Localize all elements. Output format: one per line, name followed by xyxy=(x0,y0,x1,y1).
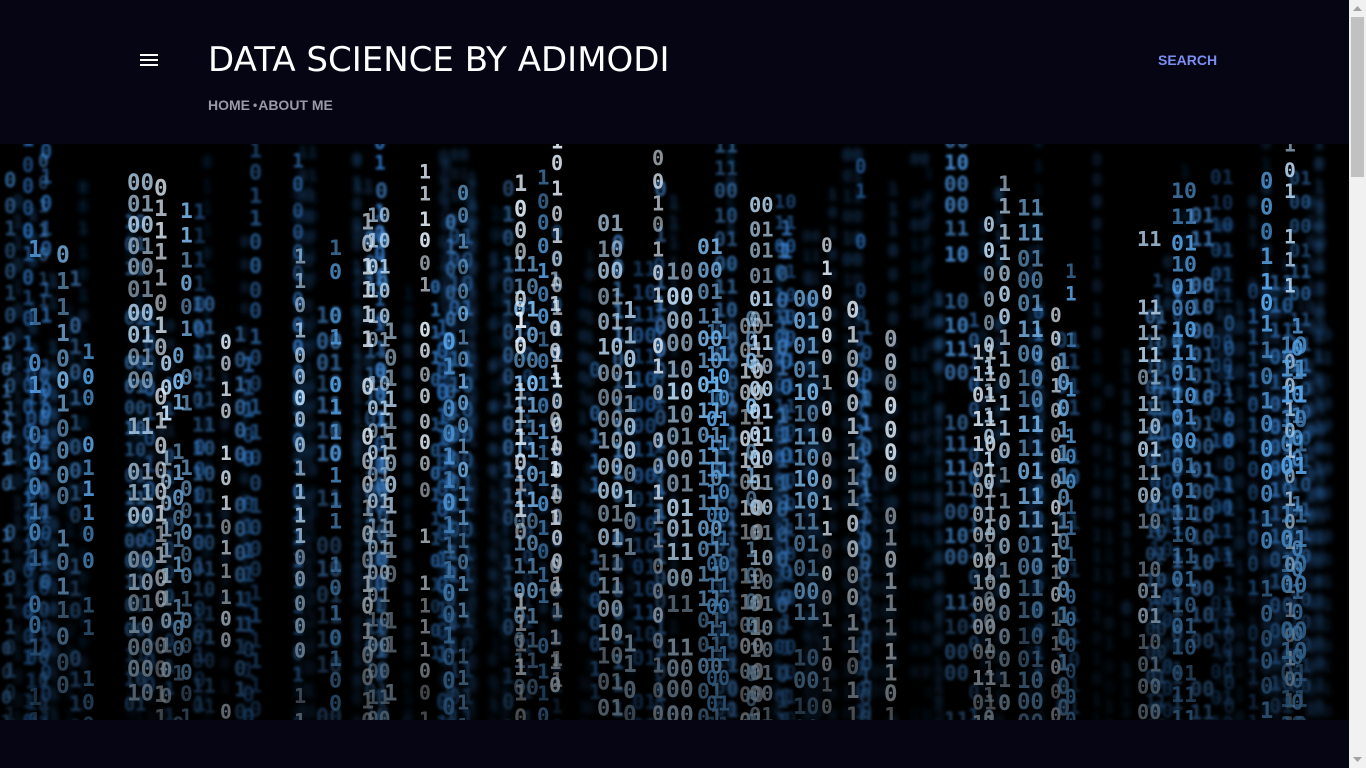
vertical-scrollbar[interactable] xyxy=(1349,0,1366,768)
menu-button[interactable] xyxy=(136,48,162,72)
nav-link-home[interactable]: HOME xyxy=(208,97,250,113)
blog-title[interactable]: DATA SCIENCE BY ADIMODI xyxy=(208,38,670,82)
blog-header: DATA SCIENCE BY ADIMODI SEARCH HOME • AB… xyxy=(0,0,1349,144)
binary-code-rain-image: 0000101001100010110110100101111011001011… xyxy=(0,144,1349,720)
search-button[interactable]: SEARCH xyxy=(1150,50,1225,70)
scroll-down-arrow-icon[interactable] xyxy=(1349,751,1366,768)
nav-separator: • xyxy=(253,98,258,112)
nav-link-about-me[interactable]: ABOUT ME xyxy=(258,97,333,113)
viewport: DATA SCIENCE BY ADIMODI SEARCH HOME • AB… xyxy=(0,0,1349,768)
hamburger-menu-icon xyxy=(140,54,158,66)
scrollbar-thumb[interactable] xyxy=(1351,17,1364,177)
scroll-up-arrow-icon[interactable] xyxy=(1349,0,1366,17)
page: DATA SCIENCE BY ADIMODI SEARCH HOME • AB… xyxy=(0,0,1366,768)
page-navigation: HOME • ABOUT ME xyxy=(208,97,333,113)
header-banner-image: 0000101001100010110110100101111011001011… xyxy=(0,144,1349,720)
